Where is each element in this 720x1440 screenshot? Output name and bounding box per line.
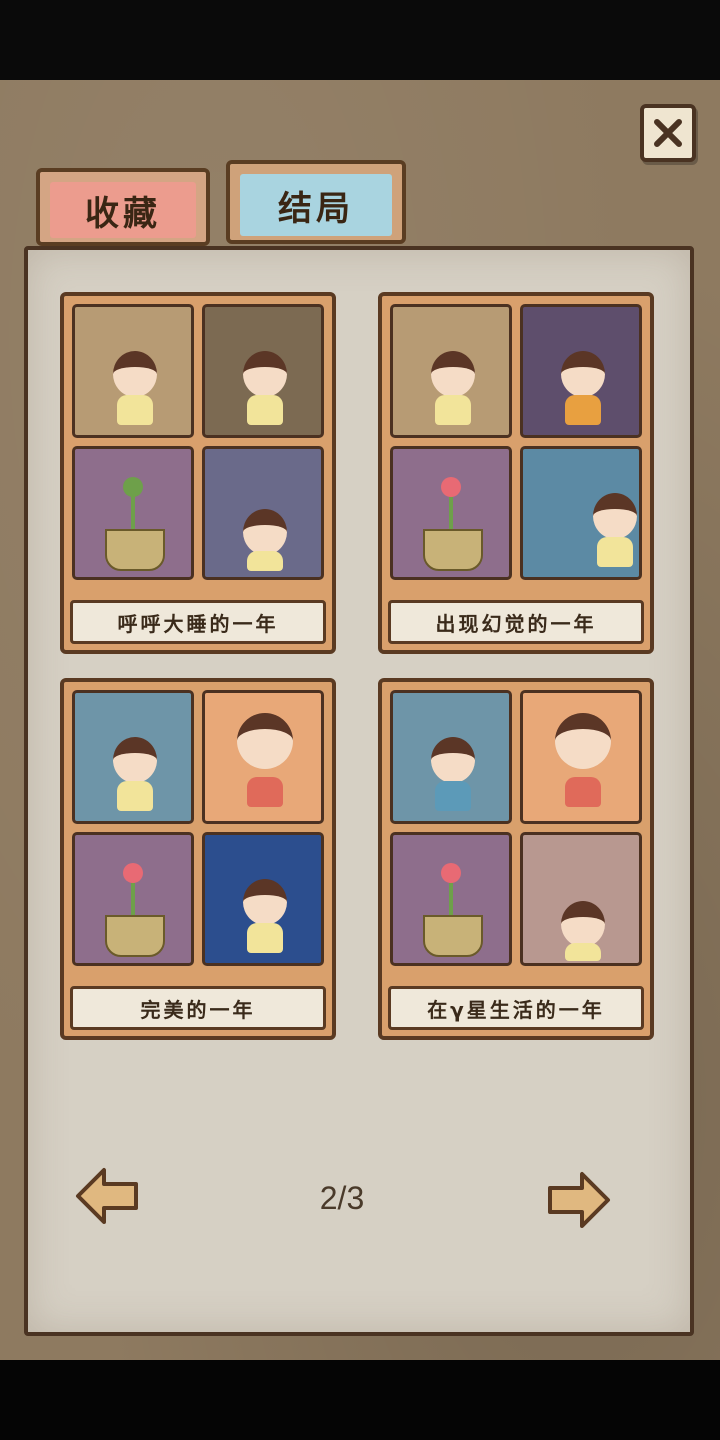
ending-thumbnail — [390, 690, 512, 824]
ending-card[interactable]: 出现幻觉的一年 — [378, 292, 654, 654]
ending-card[interactable]: 在γ星生活的一年 — [378, 678, 654, 1040]
ending-thumbnail — [72, 690, 194, 824]
arrow-right-icon — [548, 1172, 610, 1228]
ending-thumbnail — [520, 304, 642, 438]
ending-thumbnail — [72, 832, 194, 966]
ending-title: 在γ星生活的一年 — [388, 986, 644, 1030]
tab-favorites[interactable]: 收藏 — [36, 168, 210, 246]
ending-thumbnail — [520, 690, 642, 824]
ending-thumbnail — [390, 446, 512, 580]
ending-title: 呼呼大睡的一年 — [70, 600, 326, 644]
ending-thumbnail — [72, 304, 194, 438]
status-bar — [0, 0, 720, 80]
ending-card[interactable]: 完美的一年 — [60, 678, 336, 1040]
next-page-button[interactable] — [546, 1168, 612, 1232]
ending-thumbnail — [202, 446, 324, 580]
ending-thumbnail — [72, 446, 194, 580]
ending-thumbnail — [202, 304, 324, 438]
ending-thumbnail — [202, 690, 324, 824]
tab-endings-label: 结局 — [278, 188, 354, 229]
prev-page-button[interactable] — [74, 1164, 140, 1228]
close-button[interactable] — [640, 104, 696, 162]
close-icon — [654, 119, 682, 147]
ending-thumbnail — [520, 446, 642, 580]
page-indicator: 2/3 — [319, 1180, 365, 1216]
ending-thumbnail — [390, 304, 512, 438]
tab-endings[interactable]: 结局 — [226, 160, 406, 244]
ending-title: 出现幻觉的一年 — [388, 600, 644, 644]
ending-card[interactable]: 呼呼大睡的一年 — [60, 292, 336, 654]
arrow-left-icon — [76, 1168, 138, 1224]
ending-thumbnail — [202, 832, 324, 966]
ending-thumbnail — [520, 832, 642, 966]
navigation-bar — [0, 1360, 720, 1440]
ending-title: 完美的一年 — [70, 986, 326, 1030]
ending-thumbnail — [390, 832, 512, 966]
tab-favorites-label: 收藏 — [85, 193, 161, 234]
